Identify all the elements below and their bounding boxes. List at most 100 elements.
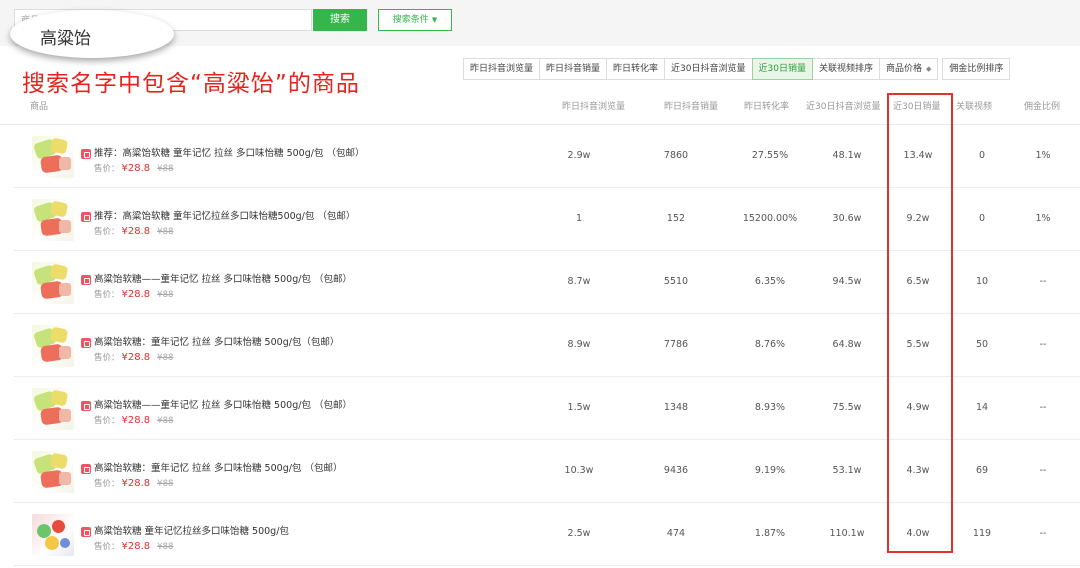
product-title[interactable]: 高粱饴软糖：童年记忆 拉丝 多口味怡糖 500g/包（包邮） xyxy=(94,334,339,348)
callout-bubble xyxy=(10,10,174,58)
sort-yesterday-sales[interactable]: 昨日抖音销量 xyxy=(539,58,608,80)
yesterday-views-cell: 10.3w xyxy=(564,465,594,476)
yesterday-sales-cell: 5510 xyxy=(663,276,689,287)
30day-views-cell: 53.1w xyxy=(832,465,862,476)
price: ¥28.8 xyxy=(121,352,151,363)
col-header-yesterday-conversion: 昨日转化率 xyxy=(744,102,790,112)
product-thumbnail[interactable] xyxy=(32,136,74,178)
shop-bag-icon xyxy=(81,464,91,474)
col-header-commission: 佣金比例 xyxy=(1024,102,1061,112)
price-label: 售价： xyxy=(94,290,120,300)
30day-views-cell: 64.8w xyxy=(832,339,862,350)
commission-cell: -- xyxy=(1039,276,1047,287)
col-header-product: 商品 xyxy=(30,102,49,112)
price-line: 售价： ¥28.8 ¥88 xyxy=(94,162,173,174)
price: ¥28.8 xyxy=(121,289,151,300)
shop-bag-icon xyxy=(81,527,91,537)
price-line: 售价： ¥28.8 ¥88 xyxy=(94,477,173,489)
caret-down-icon: ▼ xyxy=(431,16,438,24)
yesterday-sales-cell: 7860 xyxy=(663,150,689,161)
30day-views-cell: 110.1w xyxy=(829,528,865,539)
sort-bar: 昨日抖音浏览量 昨日抖音销量 昨日转化率 近30日抖音浏览量 近30日销量 关联… xyxy=(463,58,1011,80)
yesterday-conversion-cell: 1.87% xyxy=(754,528,786,539)
yesterday-conversion-cell: 8.76% xyxy=(754,339,786,350)
yesterday-conversion-cell: 8.93% xyxy=(754,402,786,413)
sort-related-videos[interactable]: 关联视频排序 xyxy=(811,58,880,80)
price-label: 售价： xyxy=(94,416,120,426)
search-conditions-label: 搜索条件 xyxy=(392,15,429,25)
sort-price[interactable]: 商品价格 ◆ xyxy=(878,58,939,80)
sort-yesterday-views[interactable]: 昨日抖音浏览量 xyxy=(463,58,541,80)
commission-cell: 1% xyxy=(1035,150,1051,161)
old-price: ¥88 xyxy=(157,227,174,237)
shop-bag-icon xyxy=(81,149,91,159)
product-title[interactable]: 高粱饴软糖——童年记忆 拉丝 多口味怡糖 500g/包 （包邮） xyxy=(94,397,352,411)
price-line: 售价： ¥28.8 ¥88 xyxy=(94,414,173,426)
shop-bag-icon xyxy=(81,275,91,285)
col-header-30day-views: 近30日抖音浏览量 xyxy=(806,102,881,112)
commission-cell: -- xyxy=(1039,465,1047,476)
highlight-box xyxy=(887,93,953,553)
yesterday-views-cell: 1.5w xyxy=(567,402,591,413)
price-label: 售价： xyxy=(94,353,120,363)
price-label: 售价： xyxy=(94,227,120,237)
yesterday-conversion-cell: 15200.00% xyxy=(742,213,798,224)
commission-cell: -- xyxy=(1039,339,1047,350)
product-title[interactable]: 推荐：高粱饴软糖 童年记忆 拉丝 多口味怡糖 500g/包 （包邮） xyxy=(94,145,364,159)
commission-cell: -- xyxy=(1039,402,1047,413)
sort-commission[interactable]: 佣金比例排序 xyxy=(942,58,1011,80)
search-button[interactable]: 搜索 xyxy=(313,9,367,31)
yesterday-sales-cell: 9436 xyxy=(663,465,689,476)
product-thumbnail[interactable] xyxy=(32,262,74,304)
product-thumbnail[interactable] xyxy=(32,199,74,241)
30day-views-cell: 30.6w xyxy=(832,213,862,224)
yesterday-sales-cell: 1348 xyxy=(663,402,689,413)
price: ¥28.8 xyxy=(121,541,151,552)
shop-bag-icon xyxy=(81,212,91,222)
product-thumbnail[interactable] xyxy=(32,514,74,556)
yesterday-views-cell: 1 xyxy=(575,213,583,224)
yesterday-views-cell: 8.7w xyxy=(567,276,591,287)
price: ¥28.8 xyxy=(121,415,151,426)
yesterday-views-cell: 2.5w xyxy=(567,528,591,539)
price: ¥28.8 xyxy=(121,478,151,489)
sort-toggle-icon: ◆ xyxy=(925,65,932,73)
product-title[interactable]: 高粱饴软糖：童年记忆 拉丝 多口味怡糖 500g/包 （包邮） xyxy=(94,460,342,474)
product-title[interactable]: 推荐：高粱饴软糖 童年记忆拉丝多口味怡糖500g/包 （包邮） xyxy=(94,208,355,222)
price: ¥28.8 xyxy=(121,226,151,237)
callout-bubble-text: 高粱饴 xyxy=(40,29,91,49)
30day-views-cell: 94.5w xyxy=(832,276,862,287)
30day-views-cell: 75.5w xyxy=(832,402,862,413)
sort-30day-sales[interactable]: 近30日销量 xyxy=(751,58,813,80)
commission-cell: 1% xyxy=(1035,213,1051,224)
search-conditions-dropdown[interactable]: 搜索条件 ▼ xyxy=(378,9,452,31)
old-price: ¥88 xyxy=(157,479,174,489)
price-line: 售价： ¥28.8 ¥88 xyxy=(94,225,173,237)
price-label: 售价： xyxy=(94,479,120,489)
product-title[interactable]: 高粱饴软糖 童年记忆拉丝多口味饴糖 500g/包 xyxy=(94,523,289,537)
col-header-related-videos: 关联视频 xyxy=(956,102,993,112)
shop-bag-icon xyxy=(81,338,91,348)
yesterday-views-cell: 2.9w xyxy=(567,150,591,161)
sort-price-label: 商品价格 xyxy=(885,64,922,74)
old-price: ¥88 xyxy=(157,353,174,363)
price-line: 售价： ¥28.8 ¥88 xyxy=(94,351,173,363)
product-title[interactable]: 高粱饴软糖——童年记忆 拉丝 多口味怡糖 500g/包 （包邮） xyxy=(94,271,352,285)
shop-bag-icon xyxy=(81,401,91,411)
yesterday-conversion-cell: 27.55% xyxy=(751,150,789,161)
old-price: ¥88 xyxy=(157,416,174,426)
sort-30day-views[interactable]: 近30日抖音浏览量 xyxy=(664,58,753,80)
sort-yesterday-conversion[interactable]: 昨日转化率 xyxy=(606,58,666,80)
yesterday-conversion-cell: 9.19% xyxy=(754,465,786,476)
product-thumbnail[interactable] xyxy=(32,451,74,493)
yesterday-sales-cell: 7786 xyxy=(663,339,689,350)
product-thumbnail[interactable] xyxy=(32,325,74,367)
price: ¥28.8 xyxy=(121,163,151,174)
yesterday-sales-cell: 152 xyxy=(666,213,686,224)
col-header-yesterday-views: 昨日抖音浏览量 xyxy=(562,102,626,112)
yesterday-conversion-cell: 6.35% xyxy=(754,276,786,287)
product-thumbnail[interactable] xyxy=(32,388,74,430)
old-price: ¥88 xyxy=(157,290,174,300)
col-header-yesterday-sales: 昨日抖音销量 xyxy=(664,102,719,112)
commission-cell: -- xyxy=(1039,528,1047,539)
